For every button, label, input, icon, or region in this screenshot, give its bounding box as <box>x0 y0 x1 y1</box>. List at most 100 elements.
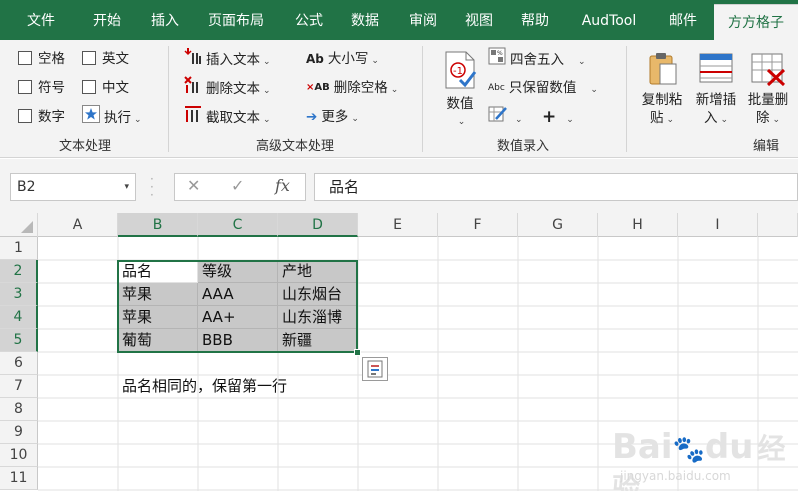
row-header-9[interactable]: 9 <box>0 421 38 444</box>
batch-delete-button[interactable]: 批量删 除 ⌄ <box>742 50 794 129</box>
add-insert-label-line2: 入 ⌄ <box>703 110 729 126</box>
paw-icon: 🐾 <box>672 435 705 465</box>
tab-review[interactable]: 审阅 <box>396 0 450 40</box>
cell-d5[interactable]: 新疆 <box>278 329 358 352</box>
row-header-5[interactable]: 5 <box>0 329 38 352</box>
row-header-6[interactable]: 6 <box>0 352 38 375</box>
row-header-7[interactable]: 7 <box>0 375 38 398</box>
checkbox-box[interactable] <box>18 80 32 94</box>
add-insert-label-line1: 新增插 <box>695 92 737 108</box>
column-header-h[interactable]: H <box>598 213 678 237</box>
copy-paste-label-line1: 复制粘 <box>641 92 683 108</box>
abc-icon: Abc <box>488 83 505 93</box>
tab-audtool[interactable]: AudTool <box>570 0 648 40</box>
add-insert-button[interactable]: 新增插 入 ⌄ <box>690 50 742 129</box>
function-icon[interactable]: fx <box>275 176 290 195</box>
cell-c5[interactable]: BBB <box>198 329 278 352</box>
column-header-g[interactable]: G <box>518 213 598 237</box>
cell-b5[interactable]: 葡萄 <box>118 329 198 352</box>
checkbox-box[interactable] <box>18 51 32 65</box>
delete-space-icon: ×AB <box>306 82 330 93</box>
drag-handle-icon[interactable]: · · · <box>150 173 154 201</box>
row-header-1[interactable]: 1 <box>0 237 38 260</box>
column-header-j[interactable] <box>758 213 798 237</box>
keep-value-button[interactable]: Abc 只保留数值 ⌄ <box>488 76 598 100</box>
cell-d4[interactable]: 山东淄博 <box>278 306 358 329</box>
chevron-down-icon: ⌄ <box>263 57 271 67</box>
confirm-icon[interactable]: ✓ <box>231 176 244 195</box>
column-header-b[interactable]: B <box>118 213 198 237</box>
copy-paste-label-line2: 贴 ⌄ <box>649 110 675 126</box>
execute-button[interactable]: 执行 ⌄ <box>82 105 142 129</box>
copy-paste-button[interactable]: 复制粘 贴 ⌄ <box>636 50 688 129</box>
column-header-f[interactable]: F <box>438 213 518 237</box>
column-header-d[interactable]: D <box>278 213 358 237</box>
tab-view[interactable]: 视图 <box>452 0 506 40</box>
insert-rows-icon <box>690 50 742 91</box>
cell-b2[interactable]: 品名 <box>118 260 198 283</box>
checkbox-number[interactable]: 数字 <box>18 105 65 129</box>
fill-handle[interactable] <box>354 349 361 356</box>
row-header-3[interactable]: 3 <box>0 283 38 306</box>
name-box[interactable]: B2 ▾ <box>10 173 136 201</box>
row-header-2[interactable]: 2 <box>0 260 38 283</box>
tab-insert[interactable]: 插入 <box>138 0 192 40</box>
column-header-c[interactable]: C <box>198 213 278 237</box>
delete-space-button[interactable]: ×AB 删除空格 ⌄ <box>306 76 398 100</box>
row-header-8[interactable]: 8 <box>0 398 38 421</box>
value-label: 数值 <box>446 96 474 112</box>
group-label-number-entry: 数值录入 <box>496 139 549 154</box>
extract-text-button[interactable]: 截取文本 ⌄ <box>184 105 271 129</box>
worksheet-grid[interactable]: A B C D E F G H I 1 2 3 4 5 6 7 8 9 10 1… <box>0 213 798 491</box>
chevron-down-icon: ⌄ <box>351 114 359 124</box>
cell-b7-note[interactable]: 品名相同的，保留第一行 <box>118 375 287 398</box>
keep-value-label: 只保留数值 <box>508 80 577 96</box>
checkbox-label: 数字 <box>38 109 65 125</box>
cell-c2[interactable]: 等级 <box>198 260 278 283</box>
case-label: 大小写 <box>327 51 369 67</box>
tab-formulas[interactable]: 公式 <box>282 0 336 40</box>
checkbox-symbol[interactable]: 符号 <box>18 76 65 100</box>
select-all-corner[interactable] <box>0 213 38 237</box>
row-header-11[interactable]: 11 <box>0 467 38 490</box>
value-button[interactable]: -1 数值 ⌄ <box>436 50 484 131</box>
checkbox-space[interactable]: 空格 <box>18 47 65 71</box>
quick-analysis-button[interactable] <box>362 357 388 381</box>
tab-fangfanggezi[interactable]: 方方格子 <box>714 4 798 40</box>
delete-text-button[interactable]: 删除文本 ⌄ <box>184 76 271 100</box>
insert-text-button[interactable]: 插入文本 ⌄ <box>184 47 271 71</box>
case-button[interactable]: Ab 大小写 ⌄ <box>306 47 379 71</box>
cell-b3[interactable]: 苹果 <box>118 283 198 306</box>
column-header-i[interactable]: I <box>678 213 758 237</box>
cell-c3[interactable]: AAA <box>198 283 278 306</box>
add-button[interactable]: + ⌄ <box>542 105 574 129</box>
quick-analysis-icon <box>363 360 387 384</box>
ribbon: 空格 英文 符号 中文 数字 执行 ⌄ 文本处理 插入文本 ⌄ 删除文本 ⌄ 截取文本… <box>0 40 798 158</box>
cell-d2[interactable]: 产地 <box>278 260 358 283</box>
formula-input[interactable]: 品名 <box>314 173 798 201</box>
column-header-e[interactable]: E <box>358 213 438 237</box>
tab-home[interactable]: 开始 <box>80 0 134 40</box>
row-header-4[interactable]: 4 <box>0 306 38 329</box>
cancel-icon[interactable]: ✕ <box>187 176 200 195</box>
checkbox-chinese[interactable]: 中文 <box>82 76 129 100</box>
tab-file[interactable]: 文件 <box>14 0 68 40</box>
tab-mail[interactable]: 邮件 <box>656 0 710 40</box>
tab-page-layout[interactable]: 页面布局 <box>196 0 276 40</box>
name-box-value: B2 <box>17 179 36 195</box>
tab-data[interactable]: 数据 <box>338 0 392 40</box>
cell-c4[interactable]: AA+ <box>198 306 278 329</box>
tab-help[interactable]: 帮助 <box>508 0 562 40</box>
edit-values-button[interactable]: ⌄ <box>488 105 523 129</box>
checkbox-box[interactable] <box>82 80 96 94</box>
checkbox-english[interactable]: 英文 <box>82 47 129 71</box>
baidu-watermark: Bai🐾du 经验 jingyan.baidu.com <box>612 403 798 491</box>
cell-b4[interactable]: 苹果 <box>118 306 198 329</box>
cell-d3[interactable]: 山东烟台 <box>278 283 358 306</box>
checkbox-box[interactable] <box>18 109 32 123</box>
column-header-a[interactable]: A <box>38 213 118 237</box>
more-button[interactable]: ➔ 更多 ⌄ <box>306 105 359 129</box>
row-header-10[interactable]: 10 <box>0 444 38 467</box>
round-button[interactable]: % 四舍五入 ⌄ <box>488 47 586 71</box>
checkbox-box[interactable] <box>82 51 96 65</box>
